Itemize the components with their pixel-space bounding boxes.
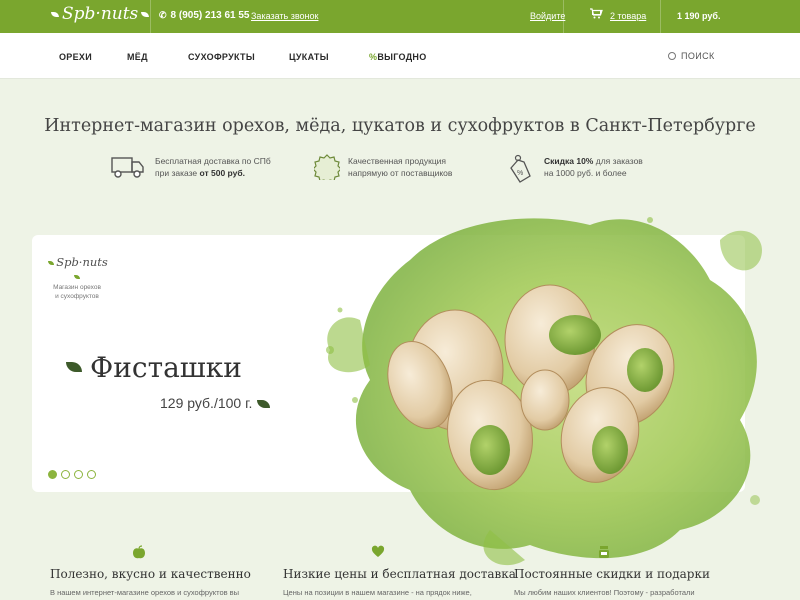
hero-logo: Spb·nuts Магазин орехов и сухофруктов [42,255,112,301]
main-nav: ОРЕХИ МЁД СУХОФРУКТЫ ЦУКАТЫ %ВЫГОДНО ПОИ… [0,33,800,79]
slider-dot[interactable] [48,470,57,479]
leaf-icon [74,275,80,279]
feature-text: Скидка 10% для заказов [544,156,643,166]
discount-tag-icon: % [510,154,531,183]
search-icon [668,52,676,60]
feature-text: Бесплатная доставка по СПб [155,156,271,166]
search-button[interactable]: ПОИСК [668,51,715,61]
divider [660,0,661,33]
leaf-icon [51,12,59,17]
search-label: ПОИСК [681,51,715,61]
nav-item-deals[interactable]: %ВЫГОДНО [369,52,427,62]
cart-icon[interactable] [589,6,603,20]
hero-price-text: 129 руб./100 г. [160,395,253,411]
slider-dot[interactable] [61,470,70,479]
feature-text: на 1000 руб. и более [544,168,627,178]
feature-delivery: Бесплатная доставка по СПб при заказе от… [155,155,271,179]
hero-logo-subtitle: Магазин орехов [53,284,101,291]
feature-text: напрямую от поставщиков [348,168,453,178]
divider [150,0,151,33]
phone-number: 8 (905) 213 61 55 [170,10,250,21]
feature-discount: Скидка 10% для заказов на 1000 руб. и бо… [544,155,643,179]
nav-item-dried-fruits[interactable]: СУХОФРУКТЫ [188,52,255,62]
benefit-text: Мы любим наших клиентов! Поэтому - разра… [514,588,695,597]
phone-icon: ✆ [159,10,167,20]
leaf-icon [141,12,150,17]
leaf-icon [257,400,271,409]
leaf-icon [66,361,82,372]
truck-icon [111,157,144,178]
feature-text: Качественная продукция [348,156,447,166]
hero-logo-text: Spb·nuts [56,255,108,269]
heart-icon [371,545,385,557]
hero-price: 129 руб./100 г. [160,395,271,411]
hero-title: Фисташки [66,351,242,384]
callback-link[interactable]: Заказать звонок [251,11,318,21]
leaf-icon [48,261,55,265]
cart-total: 1 190 руб. [677,11,721,21]
top-bar: Spb·nuts ✆ 8 (905) 213 61 55 Заказать зво… [0,0,800,33]
phone: ✆ 8 (905) 213 61 55 [159,10,250,21]
nav-item-nuts[interactable]: ОРЕХИ [59,52,92,62]
nav-item-deals-label: ВЫГОДНО [377,52,427,62]
apple-icon [133,545,145,559]
login-link[interactable]: Войдите [530,11,565,21]
quality-badge-icon [314,154,340,180]
page-headline: Интернет-магазин орехов, мёда, цукатов и… [44,116,756,136]
benefit-title: Низкие цены и бесплатная доставка [283,567,516,581]
slider-dots [48,466,100,484]
benefit-title: Полезно, вкусно и качественно [50,567,251,581]
logo-text: Spb·nuts [62,4,139,24]
svg-text:%: % [517,170,523,177]
nav-item-candied-fruits[interactable]: ЦУКАТЫ [289,52,329,62]
nav-item-honey[interactable]: МЁД [127,52,148,62]
benefit-text: В нашем интернет-магазине орехов и сухоф… [50,588,240,597]
slider-dot[interactable] [87,470,96,479]
feature-text: при заказе от 500 руб. [155,168,245,178]
cart-count-link[interactable]: 2 товара [610,11,646,21]
hero-title-text: Фисташки [90,351,242,384]
feature-quality: Качественная продукция напрямую от поста… [348,155,452,179]
slider-dot[interactable] [74,470,83,479]
benefit-text: Цены на позиции в нашем магазине - на пр… [283,588,472,597]
hero-logo-subtitle: и сухофруктов [55,293,99,300]
benefit-title: Постоянные скидки и подарки [514,567,710,581]
logo[interactable]: Spb·nuts [48,4,152,24]
hero-image [326,217,762,566]
gift-jar-icon [599,546,609,558]
